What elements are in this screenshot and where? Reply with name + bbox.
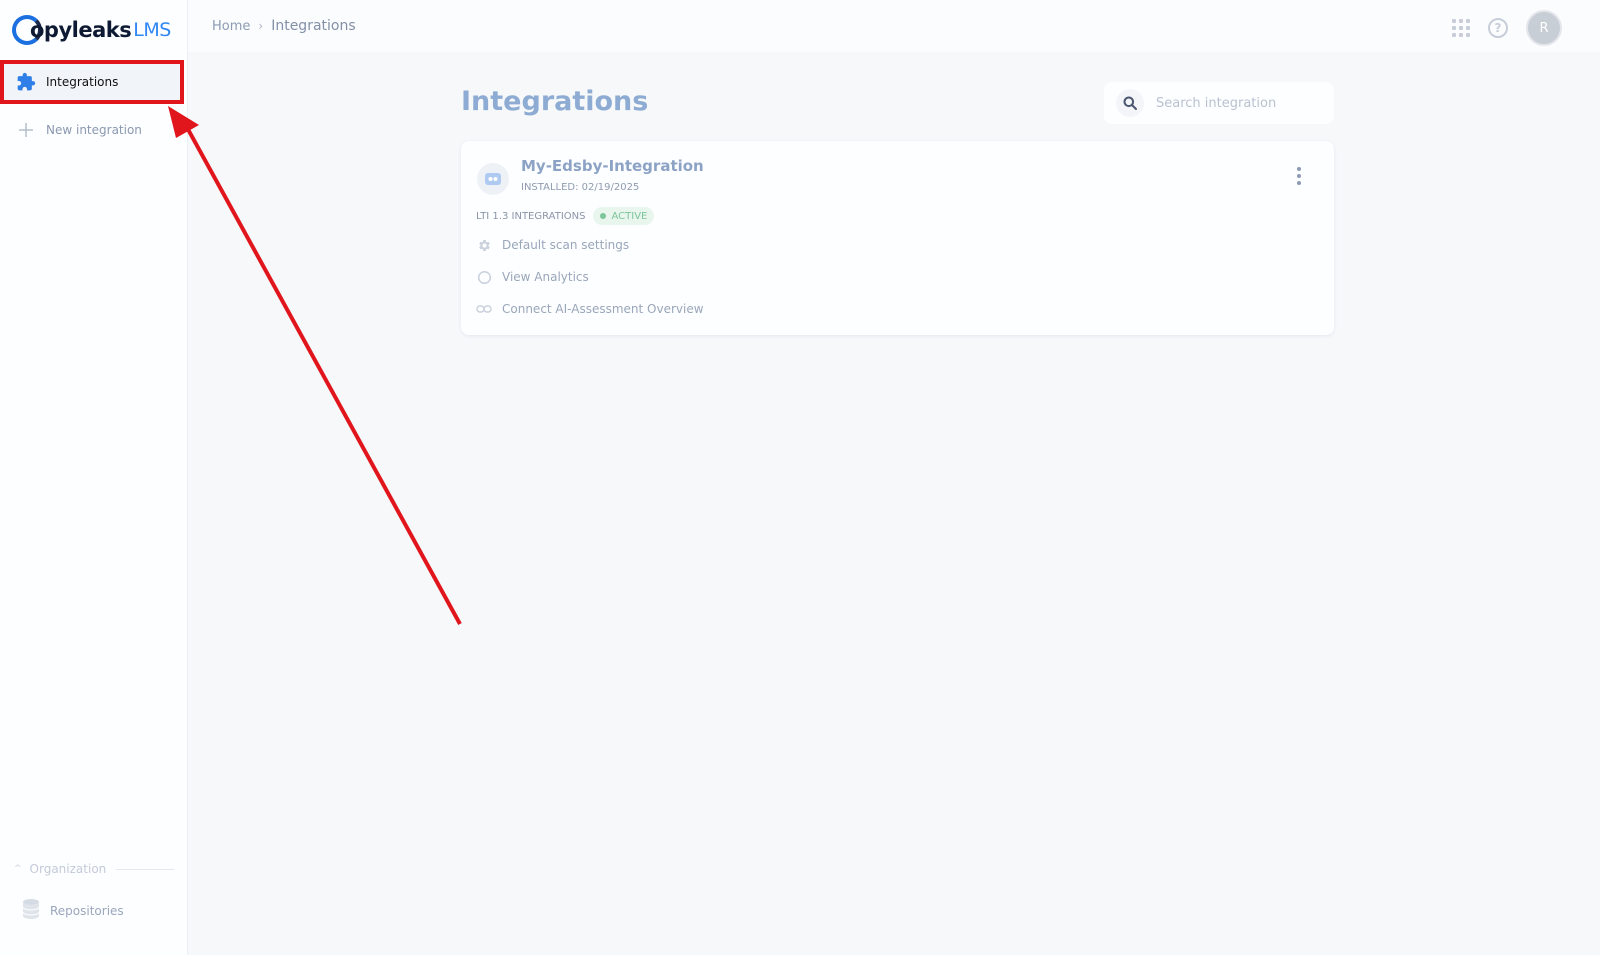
page-title: Integrations [461,86,649,117]
connect-ai-assessment-link[interactable]: Connect AI-Assessment Overview [476,301,704,317]
link-label: Default scan settings [502,238,630,252]
database-icon [22,898,40,923]
integration-meta: LTI 1.3 INTEGRATIONS ACTIVE [476,207,655,225]
chevron-right-icon: › [258,19,264,33]
plus-icon [16,120,36,140]
link-label: Connect AI-Assessment Overview [502,302,704,316]
circle-icon [476,269,492,285]
status-dot-icon [600,213,607,219]
organization-section-header[interactable]: ^ Organization [14,862,174,876]
breadcrumb: Home › Integrations [212,18,356,34]
organization-label: Organization [29,862,107,876]
top-bar-actions: ? R [1452,10,1562,46]
integration-name[interactable]: My-Edsby-Integration [521,157,704,175]
chevron-up-icon: ^ [14,864,22,874]
link-label: View Analytics [502,270,589,284]
logo-name: opyleaks [30,18,132,42]
copyleaks-logo[interactable]: opyleaks LMS [12,14,171,46]
sidebar-item-label: New integration [46,123,142,137]
sidebar-item-label: Integrations [46,75,119,89]
top-bar: Home › Integrations ? R [188,0,1600,52]
apps-grid-icon[interactable] [1452,19,1470,37]
logo-suffix: LMS [133,19,171,41]
breadcrumb-current: Integrations [271,18,356,34]
view-analytics-link[interactable]: View Analytics [476,269,589,285]
search-box [1104,82,1334,124]
integration-logo-icon [477,163,509,195]
integration-card[interactable]: My-Edsby-Integration INSTALLED: 02/19/20… [461,141,1334,335]
puzzle-icon [16,72,36,92]
search-icon [1116,89,1144,117]
help-icon[interactable]: ? [1488,18,1508,38]
default-scan-settings-link[interactable]: Default scan settings [476,237,629,253]
sidebar-item-new-integration[interactable]: New integration [4,112,180,148]
gear-icon [476,237,492,253]
sidebar-item-repositories[interactable]: Repositories [22,898,124,923]
section-divider [116,868,174,870]
status-label: ACTIVE [611,210,648,222]
more-options-icon[interactable] [1296,167,1302,185]
sidebar-item-integrations[interactable]: Integrations [0,60,184,104]
search-input[interactable] [1156,95,1316,111]
avatar[interactable]: R [1526,10,1562,46]
breadcrumb-home[interactable]: Home [212,19,250,34]
link-icon [476,301,492,317]
integration-type: LTI 1.3 INTEGRATIONS [476,210,586,222]
sidebar-item-label: Repositories [50,903,124,918]
integration-installed-date: INSTALLED: 02/19/2025 [521,182,640,193]
sidebar: opyleaks LMS Integrations New integratio… [0,0,188,955]
status-badge: ACTIVE [593,207,655,225]
